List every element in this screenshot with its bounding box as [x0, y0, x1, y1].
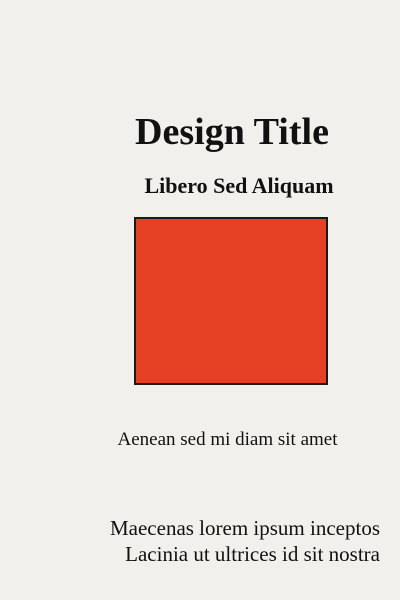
body-line: Lacinia ut ultrices id sit nostra: [125, 542, 380, 566]
page-subtitle: Libero Sed Aliquam: [144, 173, 334, 198]
body-line: Maecenas lorem ipsum inceptos: [109, 516, 380, 540]
body-paragraph: Maecenas lorem ipsum inceptos Lacinia ut…: [110, 515, 380, 567]
red-square-graphic: [134, 217, 328, 385]
page-title: Design Title: [135, 111, 329, 153]
caption-text: Aenean sed mi diam sit amet: [117, 429, 338, 450]
